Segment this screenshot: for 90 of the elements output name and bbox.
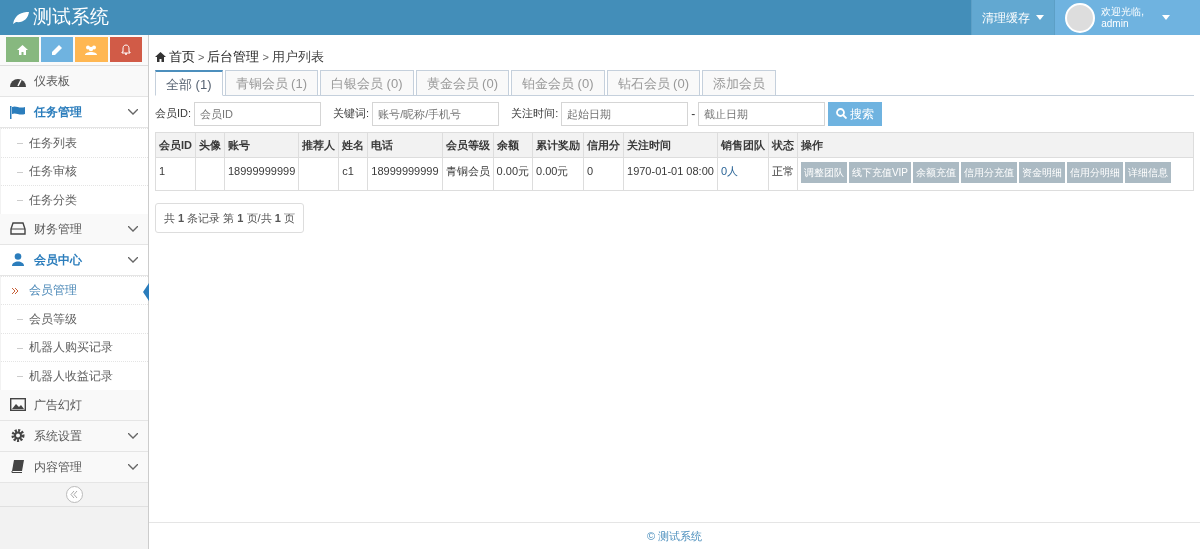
breadcrumb-separator: > — [262, 49, 269, 65]
column-header: 头像 — [195, 132, 225, 158]
caret-icon — [1162, 15, 1170, 20]
breadcrumb-link[interactable]: 首页 — [169, 47, 195, 67]
double-chevron-icon — [70, 490, 78, 498]
flag-icon — [10, 105, 26, 119]
double-chevron-icon — [12, 287, 18, 294]
sidebar-subitem[interactable]: 任务分类 — [1, 185, 148, 214]
sidebar-item[interactable]: 仪表板 — [0, 66, 148, 97]
column-header: 状态 — [768, 132, 798, 158]
table-cell: c1 — [342, 165, 354, 177]
caret-icon — [1036, 15, 1045, 20]
username: admin — [1101, 17, 1130, 30]
sidebar-subitem[interactable]: 会员管理 — [1, 275, 148, 304]
pencil-icon — [51, 44, 62, 55]
user-menu[interactable]: 欢迎光临, admin — [1054, 0, 1200, 35]
column-header: 信用分 — [583, 132, 624, 158]
bell-icon — [120, 44, 131, 55]
table-cell: 正常 — [771, 165, 794, 177]
table-cell: 18999999999 — [371, 165, 439, 177]
avatar — [1065, 2, 1096, 33]
column-header: 会员等级 — [442, 132, 494, 158]
input-field[interactable]: 截止日期 — [698, 101, 826, 126]
column-header: 电话 — [367, 132, 443, 158]
shortcut-button[interactable] — [6, 37, 39, 62]
shortcut-button[interactable] — [109, 37, 142, 62]
home-icon — [155, 51, 166, 62]
pagination-info: 共 1 条记录 第 1 页/共 1 页 — [155, 202, 304, 233]
table-cell: 1970-01-01 08:00 — [627, 165, 714, 177]
tab[interactable]: 黄金会员 (0) — [415, 69, 509, 96]
leaf-icon — [12, 10, 30, 25]
table-cell: 0 — [587, 165, 594, 177]
sidebar-item[interactable]: 财务管理 — [0, 213, 148, 245]
sidebar-subitem[interactable]: 机器人收益记录 — [1, 361, 148, 390]
search-icon — [836, 108, 848, 119]
tab[interactable]: 钻石会员 (0) — [606, 69, 700, 96]
sidebar-subitem[interactable]: 会员等级 — [1, 304, 148, 333]
book-icon — [10, 460, 26, 473]
field-label: 关键词: — [333, 106, 370, 122]
brand-title: 测试系统 — [33, 5, 109, 30]
column-header: 姓名 — [338, 132, 368, 158]
column-header: 操作 — [797, 132, 1194, 158]
sidebar-subitem[interactable]: 任务审核 — [1, 156, 148, 185]
column-header: 关注时间 — [623, 132, 718, 158]
table-cell: 1 — [159, 165, 166, 177]
tab[interactable]: 青铜会员 (1) — [224, 69, 318, 96]
table-cell: 0.00元 — [536, 165, 569, 177]
column-header: 余额 — [493, 132, 533, 158]
drive-icon — [10, 222, 26, 235]
table-cell: 青铜会员 — [445, 165, 490, 177]
range-separator: - — [691, 105, 696, 123]
table-cell: 0.00元 — [496, 165, 529, 177]
gear-icon — [10, 429, 26, 442]
collapse-sidebar-button[interactable] — [65, 485, 83, 503]
tab[interactable]: 添加会员 — [702, 69, 776, 96]
search-button[interactable]: 搜索 — [828, 101, 883, 126]
input-field[interactable]: 起始日期 — [561, 101, 689, 126]
sidebar-item[interactable]: 任务管理 — [0, 97, 148, 128]
sidebar-item[interactable]: 会员中心 — [0, 244, 148, 276]
breadcrumb-current: 用户列表 — [271, 48, 324, 66]
column-header: 推荐人 — [298, 132, 339, 158]
column-header: 账号 — [224, 132, 299, 158]
input-field[interactable]: 账号/昵称/手机号 — [372, 101, 500, 126]
tab[interactable]: 全部 (1) — [155, 69, 223, 96]
column-header: 销售团队 — [717, 132, 769, 158]
sidebar-subitem[interactable]: 机器人购买记录 — [1, 332, 148, 361]
table-cell: 18999999999 — [228, 165, 296, 177]
field-label: 关注时间: — [511, 106, 559, 122]
breadcrumb-separator: > — [198, 49, 205, 65]
breadcrumb-link[interactable]: 后台管理 — [207, 47, 260, 67]
column-header: 累计奖励 — [532, 132, 584, 158]
team-link[interactable]: 0人 — [720, 165, 738, 177]
shortcut-button[interactable] — [75, 37, 108, 62]
footer-text: © 测试系统 — [646, 528, 703, 544]
input-field[interactable]: 会员ID — [194, 101, 322, 126]
user-icon — [10, 253, 26, 266]
clear-cache-menu[interactable]: 清理缓存 — [971, 0, 1055, 35]
sidebar-item[interactable]: 广告幻灯 — [0, 389, 148, 421]
sidebar-item[interactable]: 系统设置 — [0, 420, 148, 452]
welcome-text: 欢迎光临, — [1101, 5, 1144, 18]
shortcut-button[interactable] — [40, 37, 73, 62]
sidebar-subitem[interactable]: 任务列表 — [1, 128, 148, 157]
field-label: 会员ID: — [155, 106, 192, 122]
people-icon — [85, 44, 98, 55]
column-header: 会员ID — [155, 132, 196, 158]
tab[interactable]: 铂金会员 (0) — [511, 69, 605, 96]
picture-icon — [10, 398, 26, 411]
tab[interactable]: 白银会员 (0) — [320, 69, 414, 96]
home-icon — [16, 44, 28, 55]
sidebar-item[interactable]: 内容管理 — [0, 451, 148, 483]
